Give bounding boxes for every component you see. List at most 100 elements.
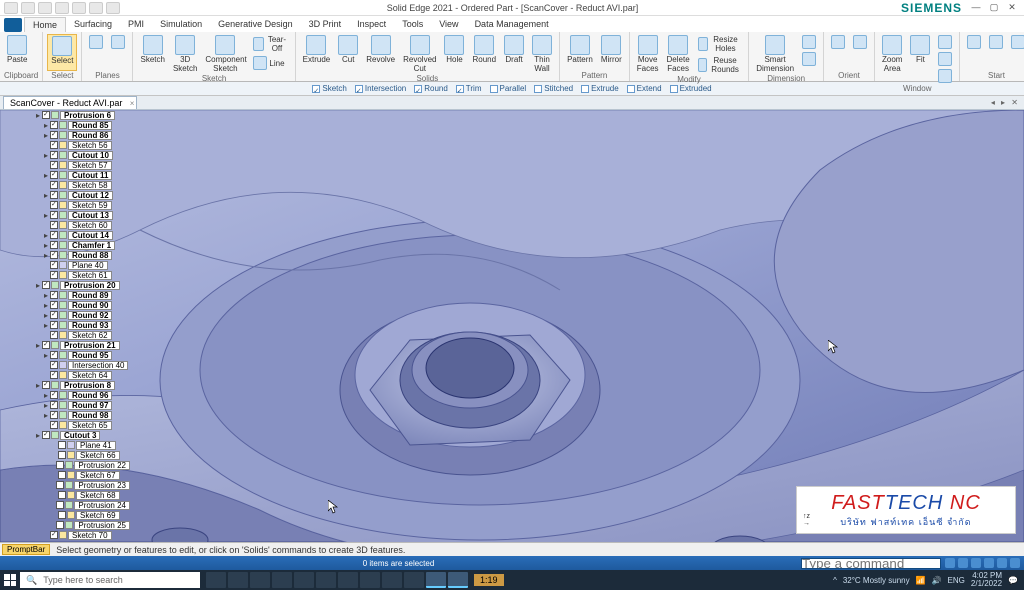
- status-icon[interactable]: [1010, 558, 1020, 568]
- app-icon[interactable]: [404, 572, 424, 588]
- pattern-button[interactable]: Pattern: [564, 34, 596, 71]
- draft-button[interactable]: Draft: [501, 34, 527, 74]
- tree-node[interactable]: ▸Round 85: [0, 120, 130, 130]
- tree-node[interactable]: Sketch 67: [0, 470, 130, 480]
- tearoff-button[interactable]: Tear-Off: [250, 34, 290, 54]
- tree-node[interactable]: Plane 41: [0, 440, 130, 450]
- zoomarea-button[interactable]: Zoom Area: [879, 34, 905, 84]
- cut-button[interactable]: Cut: [335, 34, 361, 74]
- round-button[interactable]: Round: [469, 34, 499, 74]
- tree-node[interactable]: ▸Round 95: [0, 350, 130, 360]
- wifi-icon[interactable]: 📶: [916, 576, 926, 585]
- language-indicator[interactable]: ENG: [948, 576, 965, 585]
- store-icon[interactable]: [294, 572, 314, 588]
- prompt-badge[interactable]: PromptBar: [2, 544, 50, 555]
- tree-node[interactable]: ▸Round 98: [0, 410, 130, 420]
- weather-widget[interactable]: 32°C Mostly sunny: [843, 576, 910, 585]
- paste-button[interactable]: Paste: [4, 34, 30, 71]
- calendar-icon[interactable]: [316, 572, 336, 588]
- feature-tree[interactable]: ▸Protrusion 6▸Round 85▸Round 86Sketch 56…: [0, 110, 130, 540]
- qat-more-icon[interactable]: [89, 2, 103, 14]
- tree-node[interactable]: Sketch 61: [0, 270, 130, 280]
- tree-node[interactable]: Sketch 65: [0, 420, 130, 430]
- start-b-button[interactable]: [986, 34, 1006, 71]
- dim-a-button[interactable]: [799, 34, 819, 50]
- select-button[interactable]: Select: [47, 34, 77, 71]
- tree-node[interactable]: Sketch 57: [0, 160, 130, 170]
- orient-b-button[interactable]: [850, 34, 870, 71]
- volume-icon[interactable]: 🔊: [932, 576, 942, 585]
- tree-node[interactable]: Sketch 59: [0, 200, 130, 210]
- cortana-icon[interactable]: [228, 572, 248, 588]
- ribbon-tab-generative-design[interactable]: Generative Design: [210, 17, 301, 32]
- extrude-button[interactable]: Extrude: [300, 34, 334, 74]
- sketch-button[interactable]: Sketch: [137, 34, 167, 74]
- tree-node[interactable]: ▸Cutout 12: [0, 190, 130, 200]
- mirror-button[interactable]: Mirror: [598, 34, 625, 71]
- sketch3d-button[interactable]: 3D Sketch: [170, 34, 200, 74]
- win-a-button[interactable]: [935, 34, 955, 50]
- tree-node[interactable]: ▸Protrusion 6: [0, 110, 130, 120]
- thinwall-button[interactable]: Thin Wall: [529, 34, 555, 74]
- solidedge-icon[interactable]: [426, 572, 446, 588]
- tree-node[interactable]: ▸Round 97: [0, 400, 130, 410]
- tree-node[interactable]: ▸Cutout 14: [0, 230, 130, 240]
- fit-button[interactable]: Fit: [907, 34, 933, 84]
- tree-node[interactable]: Sketch 58: [0, 180, 130, 190]
- filter-intersection[interactable]: Intersection: [355, 84, 406, 93]
- revolve-button[interactable]: Revolve: [363, 34, 398, 74]
- excel-icon[interactable]: [360, 572, 380, 588]
- tree-node[interactable]: ▸Round 92: [0, 310, 130, 320]
- word-icon[interactable]: [338, 572, 358, 588]
- tree-node[interactable]: ▸Round 90: [0, 300, 130, 310]
- tree-node[interactable]: ▸Protrusion 20: [0, 280, 130, 290]
- tree-node[interactable]: ▸Protrusion 21: [0, 340, 130, 350]
- minimize-icon[interactable]: —: [968, 2, 984, 14]
- ribbon-tab-pmi[interactable]: PMI: [120, 17, 152, 32]
- tree-node[interactable]: ▸Round 89: [0, 290, 130, 300]
- tree-node[interactable]: Sketch 62: [0, 330, 130, 340]
- planes-more-button[interactable]: [108, 34, 128, 71]
- document-tab[interactable]: ScanCover - Reduct AVI.par ×: [3, 96, 137, 109]
- tree-node[interactable]: Protrusion 25: [0, 520, 130, 530]
- ribbon-tab-3d-print[interactable]: 3D Print: [301, 17, 350, 32]
- qat-down-icon[interactable]: [106, 2, 120, 14]
- hole-button[interactable]: Hole: [441, 34, 467, 74]
- ribbon-tab-data-management[interactable]: Data Management: [467, 17, 557, 32]
- tree-node[interactable]: ▸Round 88: [0, 250, 130, 260]
- start-c-button[interactable]: [1008, 34, 1024, 71]
- start-a-button[interactable]: [964, 34, 984, 71]
- orient-a-button[interactable]: [828, 34, 848, 71]
- qat-save-icon[interactable]: [21, 2, 35, 14]
- tree-node[interactable]: ▸Cutout 11: [0, 170, 130, 180]
- qat-print-icon[interactable]: [72, 2, 86, 14]
- recorder-icon[interactable]: [448, 572, 468, 588]
- taskview-icon[interactable]: [206, 572, 226, 588]
- tree-node[interactable]: Sketch 68: [0, 490, 130, 500]
- tree-node[interactable]: Sketch 70: [0, 530, 130, 540]
- chevron-up-icon[interactable]: ^: [833, 576, 837, 585]
- filter-round[interactable]: Round: [414, 84, 448, 93]
- filter-parallel[interactable]: Parallel: [490, 84, 527, 93]
- tree-node[interactable]: Sketch 64: [0, 370, 130, 380]
- dim-b-button[interactable]: [799, 51, 819, 67]
- tree-node[interactable]: ▸Cutout 13: [0, 210, 130, 220]
- command-input[interactable]: [801, 558, 941, 569]
- qat-redo-icon[interactable]: [55, 2, 69, 14]
- filter-trim[interactable]: Trim: [456, 84, 482, 93]
- explorer-icon[interactable]: [250, 572, 270, 588]
- tree-node[interactable]: Sketch 66: [0, 450, 130, 460]
- tree-node[interactable]: Sketch 60: [0, 220, 130, 230]
- tree-node[interactable]: ▸Chamfer 1: [0, 240, 130, 250]
- notifications-icon[interactable]: 💬: [1008, 576, 1018, 585]
- status-icon[interactable]: [945, 558, 955, 568]
- file-menu[interactable]: [4, 18, 22, 32]
- start-button[interactable]: [0, 570, 20, 590]
- win-c-button[interactable]: [935, 68, 955, 84]
- tree-node[interactable]: ▸Round 86: [0, 130, 130, 140]
- clock[interactable]: 4:02 PM2/1/2022: [971, 572, 1002, 588]
- tree-node[interactable]: Protrusion 24: [0, 500, 130, 510]
- maximize-icon[interactable]: ▢: [986, 2, 1002, 14]
- tree-node[interactable]: ▸Cutout 3: [0, 430, 130, 440]
- filter-extrude[interactable]: Extrude: [581, 84, 619, 93]
